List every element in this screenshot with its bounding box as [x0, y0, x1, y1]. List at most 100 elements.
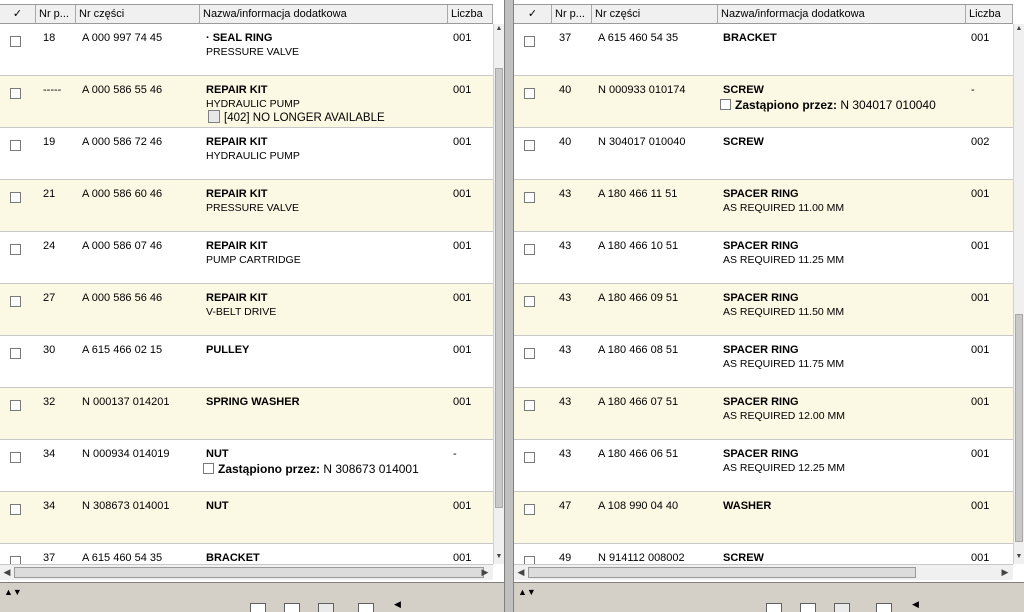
scroll-left-arrow-icon[interactable]: ◀: [514, 565, 528, 580]
row-checkbox[interactable]: [524, 192, 535, 203]
row-checkbox[interactable]: [10, 400, 21, 411]
document-icon[interactable]: [318, 603, 334, 612]
row-checkbox[interactable]: [10, 140, 21, 151]
row-part-number[interactable]: A 000 586 55 46: [82, 84, 162, 96]
row-checkbox[interactable]: [524, 140, 535, 151]
column-header-position[interactable]: Nr p...: [552, 5, 592, 23]
document-icon[interactable]: [766, 603, 782, 612]
left-horizontal-scroll-thumb[interactable]: [14, 567, 484, 578]
row-checkbox[interactable]: [524, 400, 535, 411]
document-icon[interactable]: [834, 603, 850, 612]
right-horizontal-scroll-thumb[interactable]: [528, 567, 916, 578]
right-horizontal-scrollbar[interactable]: ◀ ▶: [514, 564, 1013, 580]
scroll-right-arrow-icon[interactable]: ▶: [478, 565, 492, 580]
row-checkbox[interactable]: [10, 452, 21, 463]
row-part-number[interactable]: A 180 466 08 51: [598, 344, 678, 356]
row-checkbox[interactable]: [524, 296, 535, 307]
row-part-number[interactable]: N 000933 010174: [598, 84, 685, 96]
table-row[interactable]: 21 A 000 586 60 46 REPAIR KIT PRESSURE VALV…: [0, 180, 493, 232]
row-checkbox[interactable]: [10, 348, 21, 359]
scroll-up-arrow-icon[interactable]: ▲: [1014, 24, 1024, 34]
row-part-number[interactable]: N 000137 014201: [82, 396, 169, 408]
table-row[interactable]: 37 A 615 460 54 35 BRACKET 001: [0, 544, 493, 564]
left-vertical-scrollbar[interactable]: ▲ ▼: [493, 24, 504, 564]
row-checkbox[interactable]: [10, 504, 21, 515]
right-vertical-scroll-thumb[interactable]: [1015, 314, 1023, 542]
table-row[interactable]: 43 A 180 466 09 51 SPACER RING AS REQUIRED …: [514, 284, 1013, 336]
row-part-number[interactable]: A 615 466 02 15: [82, 344, 162, 356]
row-checkbox[interactable]: [10, 192, 21, 203]
checkbox-icon[interactable]: [203, 463, 214, 474]
row-part-number[interactable]: A 000 586 60 46: [82, 188, 162, 200]
row-part-number[interactable]: N 308673 014001: [82, 500, 169, 512]
column-header-quantity[interactable]: Liczba: [448, 5, 493, 23]
row-part-number[interactable]: A 000 586 72 46: [82, 136, 162, 148]
document-icon[interactable]: [358, 603, 374, 612]
row-part-number[interactable]: A 615 460 54 35: [598, 32, 678, 44]
row-part-number[interactable]: A 180 466 09 51: [598, 292, 678, 304]
row-part-number[interactable]: N 000934 014019: [82, 448, 169, 460]
table-row[interactable]: 43 A 180 466 10 51 SPACER RING AS REQUIRED …: [514, 232, 1013, 284]
row-part-number[interactable]: A 180 466 06 51: [598, 448, 678, 460]
row-checkbox[interactable]: [524, 452, 535, 463]
row-checkbox[interactable]: [524, 504, 535, 515]
scroll-down-arrow-icon[interactable]: ▼: [494, 552, 504, 562]
column-header-name[interactable]: Nazwa/informacja dodatkowa: [200, 5, 448, 23]
scroll-left-arrow-icon[interactable]: ◀: [0, 565, 14, 580]
row-part-number[interactable]: N 304017 010040: [598, 136, 685, 148]
collapse-arrow-icon[interactable]: ◀: [394, 599, 401, 610]
row-checkbox[interactable]: [524, 244, 535, 255]
table-row[interactable]: 34 N 308673 014001 NUT 001: [0, 492, 493, 544]
table-row[interactable]: 43 A 180 466 07 51 SPACER RING AS REQUIRED …: [514, 388, 1013, 440]
row-checkbox[interactable]: [10, 88, 21, 99]
row-part-number[interactable]: A 000 586 56 46: [82, 292, 162, 304]
document-icon[interactable]: [876, 603, 892, 612]
row-checkbox[interactable]: [10, 36, 21, 47]
scroll-right-arrow-icon[interactable]: ▶: [998, 565, 1012, 580]
column-header-quantity[interactable]: Liczba: [966, 5, 1013, 23]
row-part-number[interactable]: A 000 997 74 45: [82, 32, 162, 44]
document-icon[interactable]: [800, 603, 816, 612]
checkbox-icon[interactable]: [720, 99, 731, 110]
table-row[interactable]: 40 N 304017 010040 SCREW 002: [514, 128, 1013, 180]
column-header-name[interactable]: Nazwa/informacja dodatkowa: [718, 5, 966, 23]
table-row[interactable]: 47 A 108 990 04 40 WASHER 001: [514, 492, 1013, 544]
pane-splitter[interactable]: [504, 0, 514, 612]
scroll-up-arrow-icon[interactable]: ▲: [494, 24, 504, 34]
table-row[interactable]: 32 N 000137 014201 SPRING WASHER 001: [0, 388, 493, 440]
row-part-number[interactable]: A 108 990 04 40: [598, 500, 678, 512]
left-vertical-scroll-thumb[interactable]: [495, 68, 503, 508]
row-part-number[interactable]: N 914112 008002: [598, 552, 685, 564]
table-row[interactable]: 43 A 180 466 08 51 SPACER RING AS REQUIRED …: [514, 336, 1013, 388]
table-row[interactable]: 24 A 000 586 07 46 REPAIR KIT PUMP CARTRIDG…: [0, 232, 493, 284]
table-row[interactable]: 43 A 180 466 11 51 SPACER RING AS REQUIRED …: [514, 180, 1013, 232]
table-row[interactable]: 43 A 180 466 06 51 SPACER RING AS REQUIRED …: [514, 440, 1013, 492]
scroll-down-arrow-icon[interactable]: ▼: [1014, 552, 1024, 562]
row-checkbox[interactable]: [10, 556, 21, 564]
table-row[interactable]: 34 N 000934 014019 NUT - Zastąpiono przez: N…: [0, 440, 493, 492]
row-checkbox[interactable]: [524, 36, 535, 47]
row-checkbox[interactable]: [524, 348, 535, 359]
row-checkbox[interactable]: [10, 244, 21, 255]
row-checkbox[interactable]: [10, 296, 21, 307]
row-part-number[interactable]: A 615 460 54 35: [82, 552, 162, 564]
table-row[interactable]: 18 A 000 997 74 45 · SEAL RING PRESSURE VAL…: [0, 24, 493, 76]
document-icon[interactable]: [250, 603, 266, 612]
table-row[interactable]: 40 N 000933 010174 SCREW - Zastąpiono przez:…: [514, 76, 1013, 128]
row-part-number[interactable]: A 000 586 07 46: [82, 240, 162, 252]
column-header-check[interactable]: ✓: [0, 5, 36, 23]
column-header-check[interactable]: ✓: [514, 5, 552, 23]
sort-arrows-icon[interactable]: ▲▼: [518, 587, 536, 597]
row-part-number[interactable]: A 180 466 11 51: [598, 188, 677, 200]
table-row[interactable]: ----- A 000 586 55 46 REPAIR KIT HYDRAULIC …: [0, 76, 493, 128]
right-vertical-scrollbar[interactable]: ▲ ▼: [1013, 24, 1024, 564]
table-row[interactable]: 19 A 000 586 72 46 REPAIR KIT HYDRAULIC PUM…: [0, 128, 493, 180]
table-row[interactable]: 30 A 615 466 02 15 PULLEY 001: [0, 336, 493, 388]
left-horizontal-scrollbar[interactable]: ◀ ▶: [0, 564, 493, 580]
replacement-part-number[interactable]: N 308673 014001: [323, 462, 418, 476]
sort-arrows-icon[interactable]: ▲▼: [4, 587, 22, 597]
table-row[interactable]: 27 A 000 586 56 46 REPAIR KIT V-BELT DRIVE 0…: [0, 284, 493, 336]
row-checkbox[interactable]: [524, 556, 535, 564]
column-header-position[interactable]: Nr p...: [36, 5, 76, 23]
table-row[interactable]: 37 A 615 460 54 35 BRACKET 001: [514, 24, 1013, 76]
